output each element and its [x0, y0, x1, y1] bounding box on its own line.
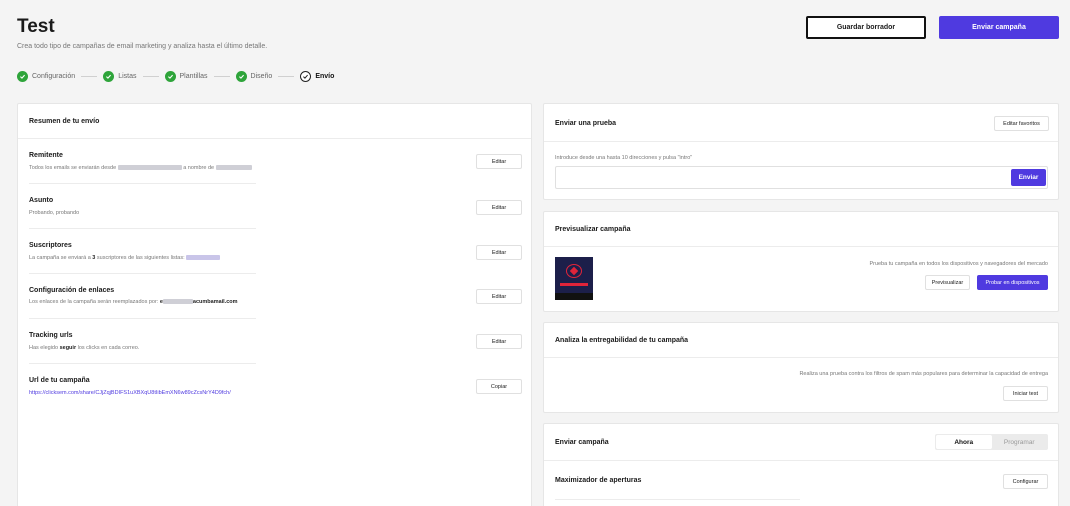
configure-button[interactable]: Configurar [1003, 474, 1048, 489]
redacted-domain [162, 299, 193, 305]
page-subtitle: Crea todo tipo de campañas de email mark… [17, 43, 268, 50]
sender-desc: Todos los emails se enviarán desde a nom… [29, 165, 252, 171]
links-title: Configuración de enlaces [29, 287, 115, 294]
stepper: Configuración Listas Plantillas Diseño E… [17, 69, 334, 83]
preview-header: Previsualizar campaña [544, 212, 1058, 247]
step-listas[interactable]: Listas [103, 70, 137, 82]
step-envio[interactable]: Envío [300, 70, 335, 82]
subscribers-title: Suscriptores [29, 242, 72, 249]
send-campaign-button[interactable]: Enviar campaña [939, 16, 1059, 39]
edit-tracking-button[interactable]: Editar [476, 334, 522, 349]
copy-url-button[interactable]: Copiar [476, 379, 522, 394]
summary-title: Resumen de tu envío [29, 118, 100, 125]
step-label: Listas [118, 72, 137, 80]
preview-button[interactable]: Previsualizar [925, 275, 970, 290]
preview-title: Previsualizar campaña [555, 226, 631, 233]
check-outline-icon [300, 70, 312, 82]
deliverability-desc: Realiza una prueba contra los filtros de… [799, 371, 1048, 377]
step-label: Configuración [32, 72, 76, 80]
check-icon [164, 70, 176, 82]
redacted-email [117, 165, 182, 171]
divider [555, 499, 800, 500]
check-icon [235, 70, 247, 82]
step-configuracion[interactable]: Configuración [17, 70, 76, 82]
save-draft-button[interactable]: Guardar borrador [806, 16, 926, 39]
step-connector [142, 75, 159, 77]
send-campaign-title: Enviar campaña [555, 439, 609, 446]
test-send-header: Enviar una prueba Editar favoritos [544, 104, 1058, 142]
summary-header: Resumen de tu envío [18, 104, 531, 139]
heart-icon [566, 264, 582, 278]
page-title: Test [17, 16, 55, 37]
check-icon [17, 70, 28, 82]
toggle-schedule[interactable]: Programar [992, 435, 1048, 449]
redacted-lists [186, 255, 221, 261]
subscribers-desc: La campaña se enviará a 3 suscriptores d… [29, 255, 221, 261]
step-label: Plantillas [179, 72, 208, 80]
step-plantillas[interactable]: Plantillas [164, 70, 208, 82]
check-icon [103, 70, 115, 82]
test-devices-button[interactable]: Probar en dispositivos [977, 275, 1048, 290]
step-label: Diseño [250, 72, 273, 80]
divider [29, 228, 256, 229]
tracking-desc: Has elegido seguir los clicks en cada co… [29, 345, 140, 351]
toggle-now[interactable]: Ahora [936, 435, 992, 449]
edit-sender-button[interactable]: Editar [476, 154, 522, 169]
preview-panel: Previsualizar campaña Prueba tu campaña … [543, 211, 1059, 312]
deliverability-header: Analiza la entregabilidad de tu campaña [544, 323, 1058, 358]
step-connector [213, 75, 230, 77]
links-desc: Los enlaces de la campaña serán reemplaz… [29, 299, 238, 305]
divider [29, 318, 256, 319]
test-send-panel: Enviar una prueba Editar favoritos Intro… [543, 103, 1059, 200]
step-label: Envío [315, 72, 335, 80]
edit-favorites-button[interactable]: Editar favoritos [994, 116, 1049, 131]
campaign-url-title: Url de tu campaña [29, 377, 90, 384]
summary-panel: Resumen de tu envío Remitente Todos los … [17, 103, 532, 506]
edit-subscribers-button[interactable]: Editar [476, 245, 522, 260]
test-email-input[interactable] [555, 166, 1048, 189]
send-timing-toggle[interactable]: Ahora Programar [935, 434, 1048, 450]
campaign-thumbnail [555, 257, 593, 300]
deliverability-panel: Analiza la entregabilidad de tu campaña … [543, 322, 1059, 413]
test-send-hint: Introduce desde una hasta 10 direcciones… [555, 155, 693, 161]
tracking-title: Tracking urls [29, 332, 73, 339]
sender-title: Remitente [29, 152, 63, 159]
campaign-url-link[interactable]: https://clicksem.com/share/CJjZqjBDIFS1u… [29, 390, 231, 396]
divider [29, 183, 256, 184]
divider [29, 363, 256, 364]
maximizer-title: Maximizador de aperturas [555, 477, 642, 484]
deliverability-title: Analiza la entregabilidad de tu campaña [555, 337, 689, 344]
step-connector [278, 75, 295, 77]
test-send-title: Enviar una prueba [555, 120, 617, 127]
send-test-button[interactable]: Enviar [1011, 169, 1046, 186]
redacted-name [215, 165, 252, 171]
preview-desc: Prueba tu campaña en todos los dispositi… [869, 261, 1048, 267]
divider [29, 273, 256, 274]
subject-desc: Probando, probando [29, 210, 80, 216]
edit-links-button[interactable]: Editar [476, 289, 522, 304]
subject-title: Asunto [29, 197, 54, 204]
step-diseno[interactable]: Diseño [235, 70, 273, 82]
start-test-button[interactable]: Iniciar test [1003, 386, 1048, 401]
edit-subject-button[interactable]: Editar [476, 200, 522, 215]
step-connector [81, 75, 98, 77]
